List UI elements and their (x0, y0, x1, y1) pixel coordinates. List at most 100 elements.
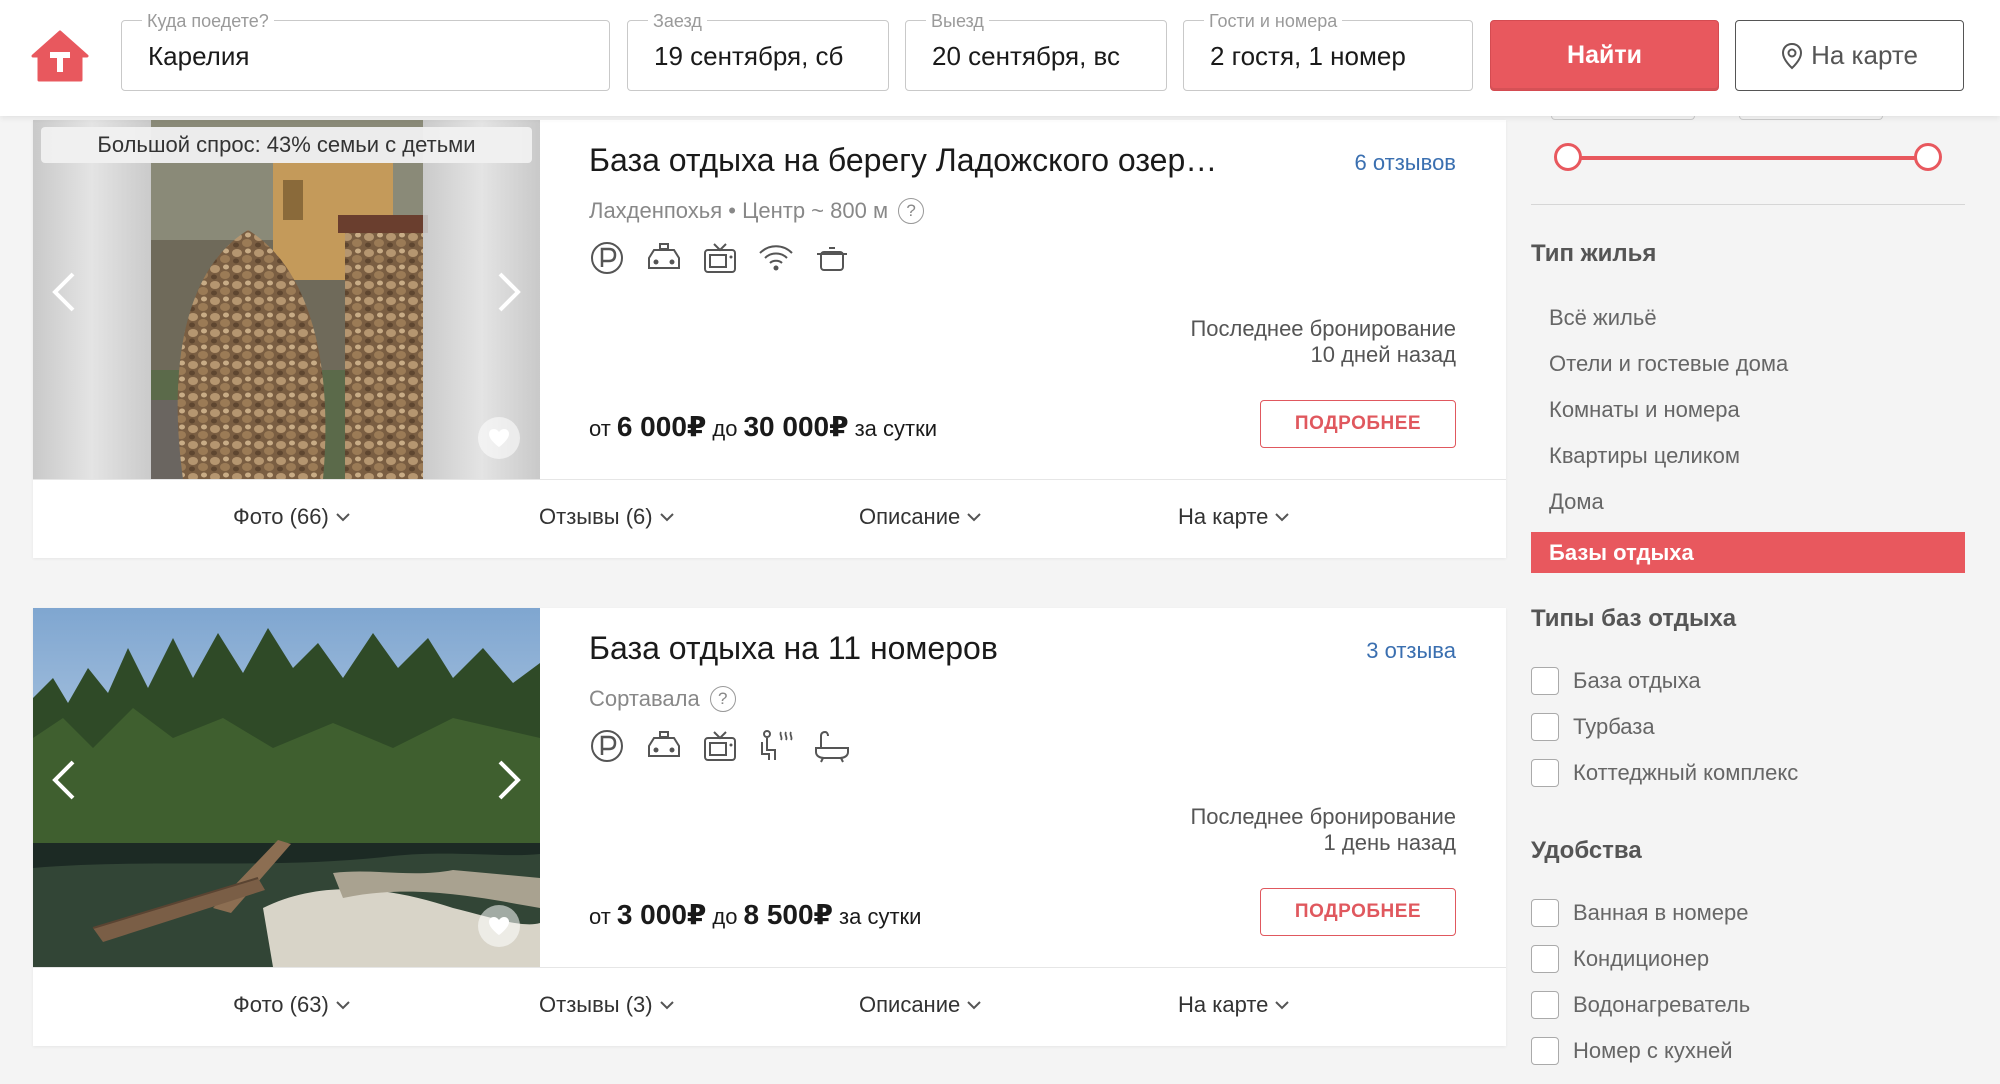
housing-type-rooms[interactable]: Комнаты и номера (1549, 397, 1740, 423)
tab-map[interactable]: На карте (1178, 504, 1290, 530)
guests-field[interactable]: Гости и номера 2 гостя, 1 номер (1183, 11, 1473, 91)
photo-prev-arrow-icon[interactable] (49, 270, 79, 314)
housing-type-hotels[interactable]: Отели и гостевые дома (1549, 351, 1788, 377)
chevron-down-icon (967, 1001, 981, 1010)
checkin-value: 19 сентября, сб (654, 41, 844, 71)
tab-label: На карте (1178, 992, 1269, 1017)
chevron-down-icon (336, 1001, 350, 1010)
photo-next-arrow-icon[interactable] (494, 270, 524, 314)
price-range-track (1568, 156, 1928, 160)
checkin-field[interactable]: Заезд 19 сентября, сб (627, 11, 889, 91)
location-text: Сортавала (589, 686, 700, 711)
chevron-down-icon (659, 513, 674, 522)
listing-card: База отдыха на 11 номеров 3 отзыва Сорта… (33, 608, 1506, 1046)
price-range: от 6 000₽ до 30 000₽ за сутки (589, 410, 937, 443)
checkbox-label: Номер с кухней (1573, 1038, 1733, 1063)
last-booking: Последнее бронирование 10 дней назад (1190, 316, 1456, 368)
housing-type-resorts-active[interactable]: Базы отдыха (1531, 532, 1965, 573)
amenities-heading: Удобства (1531, 837, 1642, 864)
amenity-kitchen[interactable]: Номер с кухней (1531, 1037, 1733, 1065)
amenity-bathroom[interactable]: Ванная в номере (1531, 899, 1748, 927)
photo-next-arrow-icon[interactable] (494, 758, 524, 802)
filters-sidebar: Тип жилья Всё жильё Отели и гостевые дом… (1531, 116, 1965, 1084)
housing-type-houses[interactable]: Дома (1549, 489, 1604, 515)
tab-label: На карте (1178, 504, 1269, 529)
tab-reviews[interactable]: Отзывы (3) (539, 992, 675, 1018)
chevron-down-icon (659, 1001, 674, 1010)
tv-icon (701, 728, 739, 764)
housing-type-apartments[interactable]: Квартиры целиком (1549, 443, 1740, 469)
photo-prev-arrow-icon[interactable] (49, 758, 79, 802)
help-icon[interactable]: ? (709, 686, 736, 712)
reviews-link[interactable]: 3 отзыва (1366, 638, 1456, 664)
price-max-handle[interactable] (1914, 143, 1942, 171)
tab-photos[interactable]: Фото (66) (233, 504, 351, 530)
map-button[interactable]: На карте (1735, 20, 1964, 91)
amenity-ac[interactable]: Кондиционер (1531, 945, 1709, 973)
last-booking-label: Последнее бронирование (1190, 804, 1456, 829)
listing-photo[interactable] (33, 608, 540, 967)
last-booking-when: 1 день назад (1323, 830, 1456, 855)
resort-types-heading: Типы баз отдыха (1531, 605, 1737, 632)
chevron-down-icon (336, 513, 350, 522)
pot-icon (813, 240, 851, 276)
listing-tabs: Фото (66) Отзывы (6) Описание На карте (33, 479, 1506, 557)
divider (1531, 204, 1965, 205)
find-button[interactable]: Найти (1490, 20, 1719, 91)
amenity-icons (589, 728, 851, 764)
favorite-button[interactable] (478, 905, 520, 947)
checkout-field[interactable]: Выезд 20 сентября, вс (905, 11, 1167, 91)
price-max-input[interactable] (1739, 116, 1883, 120)
chevron-down-icon (1275, 1001, 1290, 1010)
tab-description[interactable]: Описание (859, 504, 982, 530)
listing-photo[interactable]: Большой спрос: 43% семьи с детьми (33, 120, 540, 479)
tab-label: Отзывы (3) (539, 992, 653, 1017)
details-button[interactable]: ПОДРОБНЕЕ (1260, 400, 1456, 448)
price-suffix: за сутки (839, 904, 922, 929)
sauna-icon (757, 728, 795, 764)
details-button[interactable]: ПОДРОБНЕЕ (1260, 888, 1456, 936)
price-from: 6 000₽ (616, 411, 707, 442)
housing-type-heading: Тип жилья (1531, 240, 1657, 267)
listing-title[interactable]: База отдыха на берегу Ладожского озер… (589, 142, 1217, 179)
favorite-button[interactable] (478, 417, 520, 459)
parking-icon (589, 240, 627, 276)
checkbox[interactable] (1531, 899, 1559, 927)
amenity-icons (589, 240, 851, 276)
checkbox[interactable] (1531, 991, 1559, 1019)
price-min-input[interactable] (1551, 116, 1695, 120)
help-icon[interactable]: ? (898, 198, 925, 224)
checkbox[interactable] (1531, 759, 1559, 787)
checkbox[interactable] (1531, 667, 1559, 695)
resort-type-base[interactable]: База отдыха (1531, 667, 1701, 695)
checkbox[interactable] (1531, 713, 1559, 741)
listing-location: Лахденпохья • Центр ~ 800 м ? (589, 198, 925, 224)
price-min-handle[interactable] (1554, 143, 1582, 171)
chevron-down-icon (967, 513, 981, 522)
last-booking-when: 10 дней назад (1310, 342, 1456, 367)
last-booking-label: Последнее бронирование (1190, 316, 1456, 341)
checkbox-label: Водонагреватель (1573, 992, 1751, 1017)
checkbox[interactable] (1531, 1037, 1559, 1065)
tab-map[interactable]: На карте (1178, 992, 1290, 1018)
reviews-link[interactable]: 6 отзывов (1355, 150, 1456, 176)
demand-badge: Большой спрос: 43% семьи с детьми (41, 127, 532, 163)
checkout-label: Выезд (926, 11, 989, 31)
housing-type-all[interactable]: Всё жильё (1549, 305, 1657, 331)
parking-icon (589, 728, 627, 764)
tab-photos[interactable]: Фото (63) (233, 992, 351, 1018)
price-to: 30 000₽ (743, 411, 849, 442)
checkbox[interactable] (1531, 945, 1559, 973)
checkout-value: 20 сентября, вс (932, 41, 1121, 71)
price-from-word: от (589, 416, 611, 441)
price-from: 3 000₽ (616, 899, 707, 930)
tab-description[interactable]: Описание (859, 992, 982, 1018)
tab-reviews[interactable]: Отзывы (6) (539, 504, 675, 530)
listing-title[interactable]: База отдыха на 11 номеров (589, 630, 998, 667)
resort-type-cottages[interactable]: Коттеджный комплекс (1531, 759, 1798, 787)
resort-type-tourbase[interactable]: Турбаза (1531, 713, 1655, 741)
destination-field[interactable]: Куда поедете? Карелия (121, 11, 610, 91)
amenity-water-heater[interactable]: Водонагреватель (1531, 991, 1750, 1019)
logo-icon[interactable] (31, 30, 89, 82)
listing-tabs: Фото (63) Отзывы (3) Описание На карте (33, 967, 1506, 1045)
